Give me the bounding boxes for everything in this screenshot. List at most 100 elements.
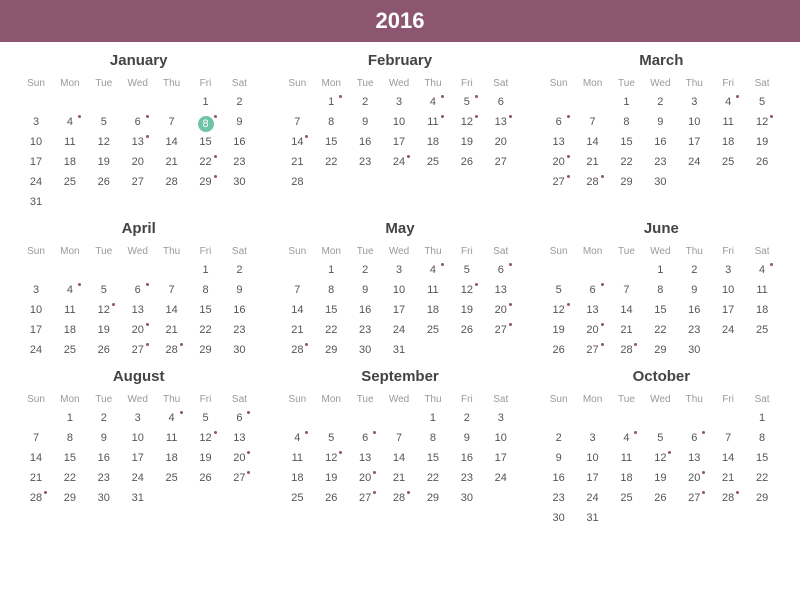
day-cell[interactable]: 3 xyxy=(383,260,415,280)
day-cell[interactable]: 9 xyxy=(223,112,255,132)
day-cell[interactable]: 2 xyxy=(543,428,575,448)
day-cell[interactable]: 16 xyxy=(349,300,381,320)
day-cell[interactable]: 11 xyxy=(417,280,449,300)
day-cell[interactable]: 29 xyxy=(54,488,86,508)
day-cell[interactable]: 4 xyxy=(610,428,642,448)
day-cell[interactable]: 29 xyxy=(315,340,347,360)
day-cell[interactable]: 14 xyxy=(281,132,313,152)
day-cell[interactable]: 15 xyxy=(315,132,347,152)
day-cell[interactable]: 1 xyxy=(315,92,347,112)
day-cell[interactable]: 3 xyxy=(383,92,415,112)
day-cell[interactable]: 7 xyxy=(610,280,642,300)
day-cell[interactable]: 12 xyxy=(746,112,778,132)
day-cell[interactable]: 30 xyxy=(223,172,255,192)
day-cell[interactable]: 19 xyxy=(315,468,347,488)
day-cell[interactable]: 28 xyxy=(156,172,188,192)
day-cell[interactable]: 24 xyxy=(383,320,415,340)
day-cell[interactable]: 9 xyxy=(678,280,710,300)
day-cell[interactable]: 11 xyxy=(610,448,642,468)
day-cell[interactable]: 27 xyxy=(543,172,575,192)
day-cell[interactable]: 18 xyxy=(712,132,744,152)
day-cell[interactable]: 6 xyxy=(678,428,710,448)
day-cell[interactable]: 23 xyxy=(88,468,120,488)
day-cell[interactable]: 9 xyxy=(644,112,676,132)
day-cell[interactable]: 5 xyxy=(88,280,120,300)
day-cell[interactable]: 13 xyxy=(485,280,517,300)
day-cell[interactable]: 15 xyxy=(417,448,449,468)
day-cell[interactable]: 27 xyxy=(122,340,154,360)
day-cell[interactable]: 16 xyxy=(223,300,255,320)
day-cell[interactable]: 2 xyxy=(223,260,255,280)
day-cell[interactable]: 9 xyxy=(543,448,575,468)
day-cell[interactable]: 25 xyxy=(610,488,642,508)
day-cell[interactable]: 18 xyxy=(281,468,313,488)
day-cell[interactable]: 25 xyxy=(281,488,313,508)
day-cell[interactable]: 7 xyxy=(383,428,415,448)
day-cell[interactable]: 7 xyxy=(156,112,188,132)
day-cell[interactable]: 23 xyxy=(349,320,381,340)
day-cell[interactable]: 30 xyxy=(644,172,676,192)
day-cell[interactable]: 6 xyxy=(223,408,255,428)
day-cell[interactable]: 26 xyxy=(543,340,575,360)
day-cell[interactable]: 16 xyxy=(543,468,575,488)
day-cell[interactable]: 3 xyxy=(20,112,52,132)
day-cell[interactable]: 20 xyxy=(485,300,517,320)
day-cell[interactable]: 24 xyxy=(383,152,415,172)
day-cell[interactable]: 26 xyxy=(746,152,778,172)
day-cell[interactable]: 26 xyxy=(451,152,483,172)
day-cell[interactable]: 19 xyxy=(88,152,120,172)
day-cell[interactable]: 25 xyxy=(54,340,86,360)
day-cell[interactable]: 27 xyxy=(485,320,517,340)
day-cell[interactable]: 23 xyxy=(349,152,381,172)
day-cell[interactable]: 5 xyxy=(543,280,575,300)
day-cell[interactable]: 7 xyxy=(577,112,609,132)
day-cell[interactable]: 16 xyxy=(678,300,710,320)
day-cell[interactable]: 24 xyxy=(712,320,744,340)
day-cell[interactable]: 22 xyxy=(746,468,778,488)
day-cell[interactable]: 17 xyxy=(383,132,415,152)
day-cell[interactable]: 11 xyxy=(746,280,778,300)
day-cell[interactable]: 18 xyxy=(746,300,778,320)
day-cell[interactable]: 7 xyxy=(20,428,52,448)
day-cell[interactable]: 21 xyxy=(577,152,609,172)
day-cell[interactable]: 1 xyxy=(190,260,222,280)
day-cell[interactable]: 15 xyxy=(610,132,642,152)
day-cell[interactable]: 21 xyxy=(712,468,744,488)
day-cell[interactable]: 5 xyxy=(190,408,222,428)
day-cell[interactable]: 1 xyxy=(54,408,86,428)
day-cell[interactable]: 4 xyxy=(712,92,744,112)
day-cell[interactable]: 4 xyxy=(156,408,188,428)
day-cell[interactable]: 19 xyxy=(746,132,778,152)
day-cell[interactable]: 14 xyxy=(156,300,188,320)
day-cell[interactable]: 5 xyxy=(644,428,676,448)
day-cell[interactable]: 17 xyxy=(678,132,710,152)
day-cell[interactable]: 10 xyxy=(20,132,52,152)
day-cell[interactable]: 9 xyxy=(88,428,120,448)
day-cell[interactable]: 26 xyxy=(644,488,676,508)
day-cell[interactable]: 27 xyxy=(349,488,381,508)
day-cell[interactable]: 31 xyxy=(20,192,52,212)
day-cell[interactable]: 15 xyxy=(54,448,86,468)
day-cell[interactable]: 18 xyxy=(156,448,188,468)
day-cell[interactable]: 23 xyxy=(678,320,710,340)
day-cell[interactable]: 22 xyxy=(315,320,347,340)
day-cell[interactable]: 3 xyxy=(20,280,52,300)
day-cell[interactable]: 30 xyxy=(543,508,575,528)
day-cell[interactable]: 1 xyxy=(190,92,222,112)
day-cell[interactable]: 20 xyxy=(349,468,381,488)
day-cell[interactable]: 7 xyxy=(712,428,744,448)
day-cell[interactable]: 25 xyxy=(746,320,778,340)
day-cell[interactable]: 12 xyxy=(644,448,676,468)
day-cell[interactable]: 10 xyxy=(122,428,154,448)
day-cell[interactable]: 5 xyxy=(451,92,483,112)
day-cell[interactable]: 17 xyxy=(383,300,415,320)
day-cell[interactable]: 8 xyxy=(746,428,778,448)
day-cell[interactable]: 21 xyxy=(610,320,642,340)
day-cell[interactable]: 15 xyxy=(190,132,222,152)
day-cell[interactable]: 13 xyxy=(485,112,517,132)
day-cell[interactable]: 27 xyxy=(577,340,609,360)
day-cell[interactable]: 12 xyxy=(190,428,222,448)
day-cell[interactable]: 19 xyxy=(543,320,575,340)
day-cell[interactable]: 2 xyxy=(678,260,710,280)
day-cell[interactable]: 26 xyxy=(190,468,222,488)
